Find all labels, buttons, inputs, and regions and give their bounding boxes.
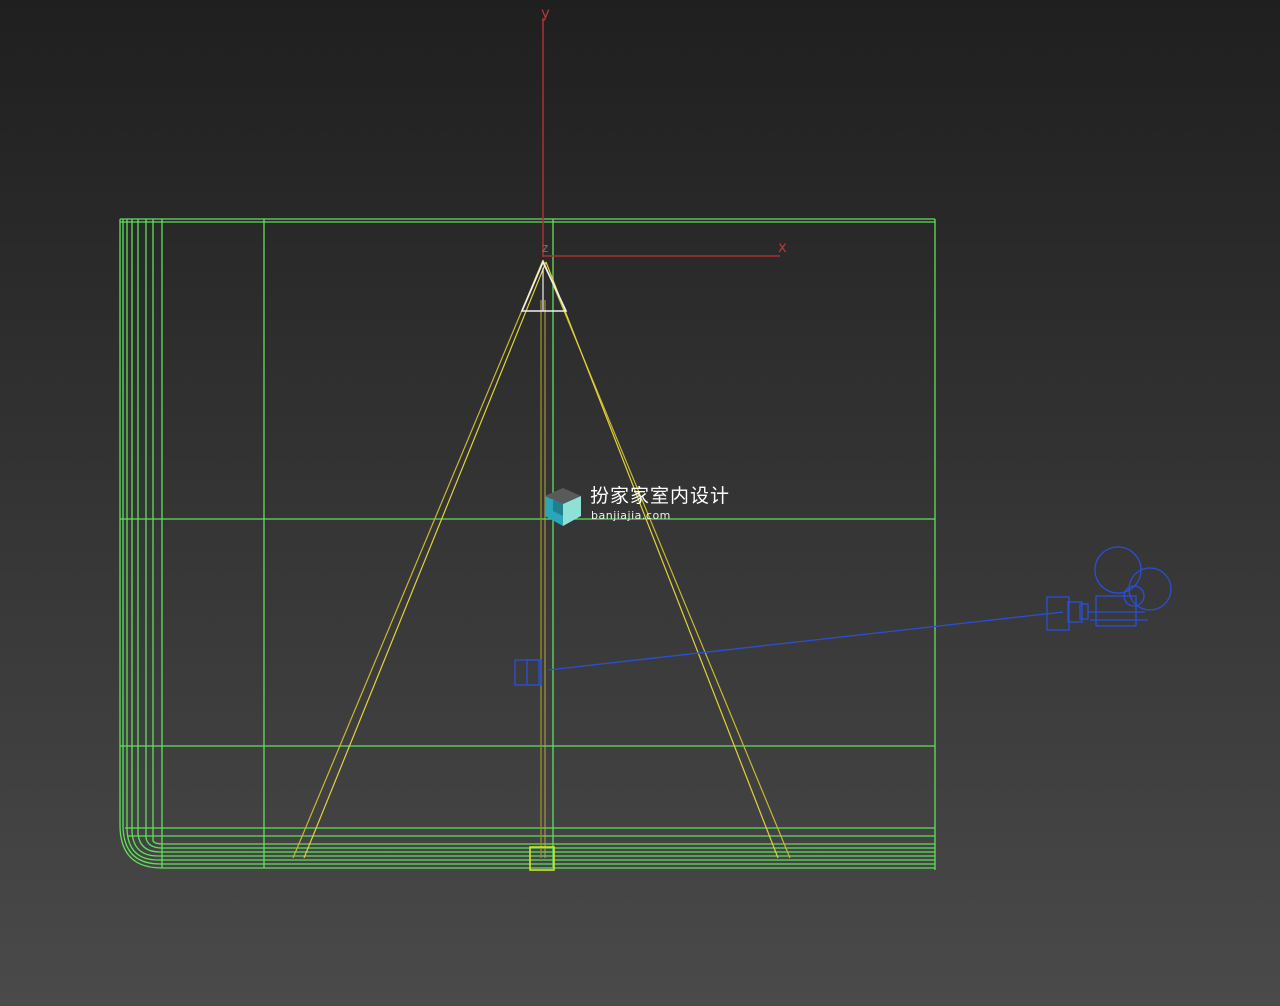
wireframe-box-icon[interactable] [119,218,936,870]
watermark-url: banjiajia.com [591,509,671,522]
camera-icon[interactable] [514,546,1172,686]
axis-label-y: y [541,4,550,22]
spotlight-icon[interactable] [292,259,791,871]
cube-logo-icon [541,486,585,528]
axis-label-z: z [542,241,548,255]
viewport[interactable]: y x z 扮家家室内设计 banjiajia.com [0,0,1280,1006]
watermark-title: 扮家家室内设计 [590,485,731,507]
axis-label-x: x [778,238,787,256]
